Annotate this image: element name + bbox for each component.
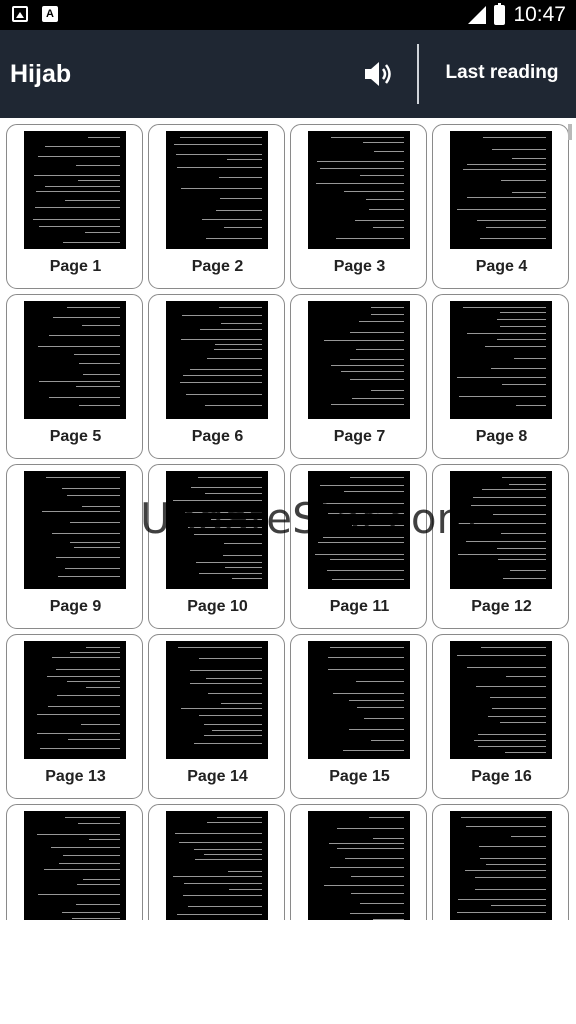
- app-bar-divider: [417, 44, 419, 104]
- page-thumbnail: [450, 301, 552, 419]
- page-thumbnail: [166, 301, 268, 419]
- page-label: Page 7: [333, 428, 386, 445]
- page-thumbnail: [308, 641, 410, 759]
- page-thumbnail: [308, 811, 410, 920]
- page-card[interactable]: [6, 804, 143, 920]
- page-card[interactable]: Page 4: [432, 124, 569, 289]
- page-card[interactable]: Page 5: [6, 294, 143, 459]
- page-thumbnail: [24, 811, 126, 920]
- page-label: Page 15: [329, 768, 390, 785]
- page-label: Page 12: [471, 598, 532, 615]
- page-thumbnail: [166, 471, 268, 589]
- page-label: Page 14: [187, 768, 248, 785]
- page-card[interactable]: [148, 804, 285, 920]
- page-label: Page 11: [329, 598, 390, 615]
- page-card[interactable]: Page 10: [148, 464, 285, 629]
- page-card[interactable]: Page 13: [6, 634, 143, 799]
- page-card[interactable]: Page 11: [290, 464, 427, 629]
- page-thumbnail: [166, 641, 268, 759]
- volume-button[interactable]: [362, 58, 396, 90]
- page-thumbnail: [450, 811, 552, 920]
- page-card[interactable]: [290, 804, 427, 920]
- page-card[interactable]: Page 15: [290, 634, 427, 799]
- last-reading-button[interactable]: Last reading: [432, 62, 572, 84]
- page-thumbnail: [24, 131, 126, 249]
- page-label: Page 9: [49, 598, 102, 615]
- page-label: Page 3: [333, 258, 386, 275]
- page-thumbnail: [450, 641, 552, 759]
- status-bar: A 10:47: [0, 0, 576, 30]
- page-label: Page 8: [475, 428, 528, 445]
- page-label: Page 5: [49, 428, 102, 445]
- page-label: Page 6: [191, 428, 244, 445]
- status-time: 10:47: [513, 3, 566, 26]
- volume-icon: [365, 62, 391, 86]
- page-thumbnail: [24, 641, 126, 759]
- page-label: Page 16: [471, 768, 532, 785]
- page-thumbnail: [24, 301, 126, 419]
- a-letter-icon: A: [42, 6, 58, 22]
- page-label: Page 4: [475, 258, 528, 275]
- page-card[interactable]: Page 2: [148, 124, 285, 289]
- page-thumbnail: [450, 471, 552, 589]
- page-grid-container[interactable]: Page 1 Page 2 Page 3 Page 4 Page 5 Page 6 Page…: [0, 118, 576, 920]
- page-card[interactable]: Page 14: [148, 634, 285, 799]
- page-card[interactable]: Page 1: [6, 124, 143, 289]
- page-thumbnail: [24, 471, 126, 589]
- app-title: Hijab: [10, 60, 72, 88]
- page-card[interactable]: Page 6: [148, 294, 285, 459]
- page-card[interactable]: Page 16: [432, 634, 569, 799]
- page-card[interactable]: Page 12: [432, 464, 569, 629]
- page-card[interactable]: [432, 804, 569, 920]
- page-thumbnail: [450, 131, 552, 249]
- battery-icon: [494, 3, 506, 25]
- page-thumbnail: [308, 131, 410, 249]
- page-label: Page 10: [187, 598, 248, 615]
- page-card[interactable]: Page 7: [290, 294, 427, 459]
- page-thumbnail: [308, 471, 410, 589]
- page-card[interactable]: Page 9: [6, 464, 143, 629]
- page-label: Page 1: [49, 258, 102, 275]
- page-grid: Page 1 Page 2 Page 3 Page 4 Page 5 Page 6 Page…: [6, 124, 569, 920]
- page-thumbnail: [166, 811, 268, 920]
- app-bar: Hijab Last reading: [0, 30, 576, 118]
- gallery-icon: [12, 6, 28, 22]
- page-label: Page 2: [191, 258, 244, 275]
- page-card[interactable]: Page 8: [432, 294, 569, 459]
- page-card[interactable]: Page 3: [290, 124, 427, 289]
- page-thumbnail: [308, 301, 410, 419]
- page-label: Page 13: [45, 768, 106, 785]
- signal-icon: [468, 6, 487, 24]
- bottom-blank-area: [0, 920, 576, 1024]
- scrollbar[interactable]: [568, 124, 572, 140]
- page-thumbnail: [166, 131, 268, 249]
